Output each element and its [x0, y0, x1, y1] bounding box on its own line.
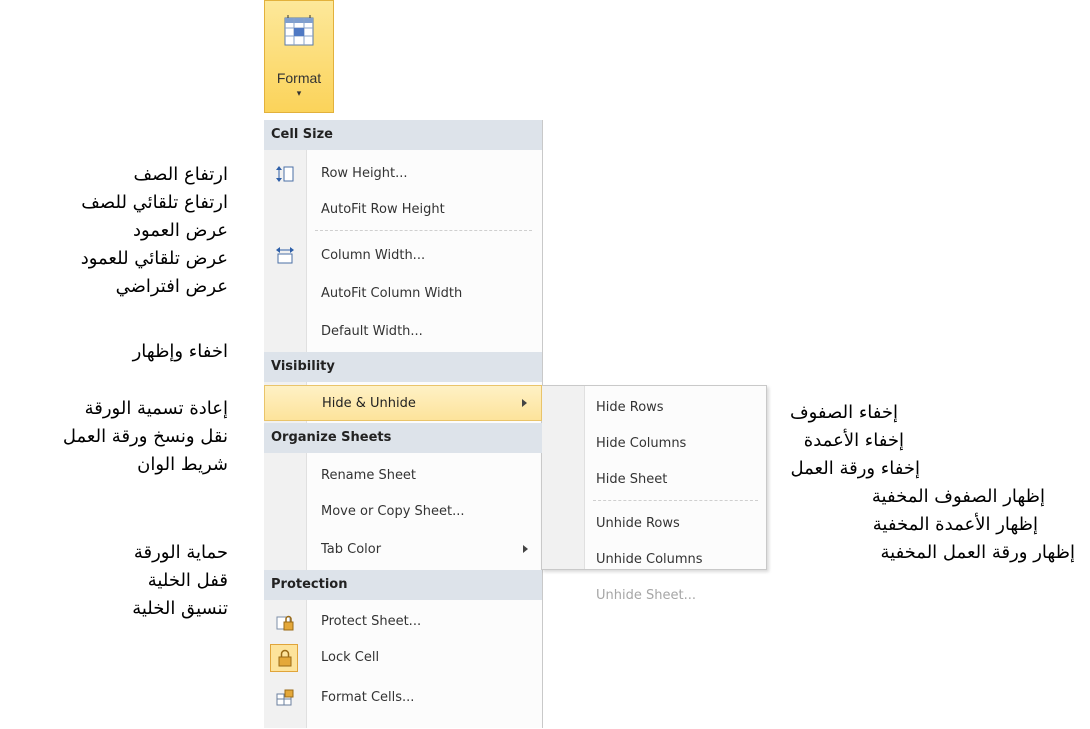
autofit-column-width-item[interactable]: AutoFit Column Width: [264, 276, 542, 312]
format-cells-item[interactable]: Format Cells...: [264, 680, 542, 716]
unhide-rows-item[interactable]: Unhide Rows: [542, 506, 766, 542]
section-organize-sheets: Organize Sheets: [264, 423, 542, 453]
tab-color-label: Tab Color: [321, 542, 382, 557]
format-ribbon-button[interactable]: Format ▾: [264, 0, 334, 113]
annotation-default-width: عرض افتراضي: [115, 276, 228, 297]
unhide-sheet-label: Unhide Sheet...: [596, 588, 696, 603]
rename-sheet-item[interactable]: Rename Sheet: [264, 458, 542, 494]
submenu-arrow-icon: [522, 399, 527, 407]
annotation-format-cells: تنسيق الخلية: [132, 598, 228, 619]
annotation-unhide-rows: إظهار الصفوف المخفية: [871, 486, 1045, 507]
annotation-lock-cell: قفل الخلية: [147, 570, 228, 591]
rename-sheet-label: Rename Sheet: [321, 468, 417, 483]
section-protection: Protection: [264, 570, 542, 600]
hide-unhide-submenu: Hide Rows Hide Columns Hide Sheet Unhide…: [541, 385, 767, 603]
annotation-protect-sheet: حماية الورقة: [133, 542, 228, 563]
protect-sheet-item[interactable]: Protect Sheet...: [264, 604, 542, 640]
format-dropdown-menu: Cell Size Row Height... AutoFit Row Heig…: [264, 120, 543, 728]
hide-columns-item[interactable]: Hide Columns: [542, 426, 766, 462]
annotation-hide-unhide: اخفاء وإظهار: [132, 341, 228, 362]
submenu-separator: [593, 500, 758, 501]
annotation-autofit-column: عرض تلقائي للعمود: [80, 248, 228, 269]
section-cell-size: Cell Size: [264, 120, 542, 150]
hide-columns-label: Hide Columns: [596, 436, 687, 451]
protect-sheet-icon: [276, 615, 294, 631]
protect-sheet-label: Protect Sheet...: [321, 614, 422, 629]
default-width-label: Default Width...: [321, 324, 423, 339]
row-height-label: Row Height...: [321, 166, 408, 181]
default-width-item[interactable]: Default Width...: [264, 314, 542, 350]
annotation-rename-sheet: إعادة تسمية الورقة: [84, 398, 228, 419]
unhide-sheet-item: Unhide Sheet...: [542, 578, 766, 614]
hide-rows-label: Hide Rows: [596, 400, 664, 415]
annotation-unhide-sheet: إظهار ورقة العمل المخفية: [880, 542, 1075, 563]
format-label: Format: [276, 70, 322, 86]
dropdown-arrow-icon: ▾: [296, 89, 302, 99]
unhide-columns-label: Unhide Columns: [596, 552, 703, 567]
unhide-rows-label: Unhide Rows: [596, 516, 680, 531]
lock-icon: [278, 649, 292, 667]
autofit-row-height-label: AutoFit Row Height: [321, 202, 445, 217]
row-height-icon: [276, 166, 294, 182]
annotation-unhide-columns: إظهار الأعمدة المخفية: [872, 514, 1038, 535]
annotation-column-width: عرض العمود: [132, 220, 228, 241]
hide-unhide-label: Hide & Unhide: [322, 396, 416, 411]
lock-cell-item[interactable]: Lock Cell: [264, 640, 542, 676]
annotation-hide-sheet: إخفاء ورقة العمل: [790, 458, 920, 479]
hide-sheet-item[interactable]: Hide Sheet: [542, 462, 766, 498]
move-copy-sheet-item[interactable]: Move or Copy Sheet...: [264, 494, 542, 530]
format-cells-icon: [284, 15, 314, 46]
annotation-autofit-row: ارتفاع تلقائي للصف: [81, 192, 228, 213]
menu-separator: [315, 230, 532, 231]
unhide-columns-item[interactable]: Unhide Columns: [542, 542, 766, 578]
autofit-row-height-item[interactable]: AutoFit Row Height: [264, 192, 542, 228]
annotation-move-copy: نقل ونسخ ورقة العمل: [62, 426, 228, 447]
annotation-tab-color: شريط الوان: [137, 454, 228, 475]
annotation-hide-columns: إخفاء الأعمدة: [803, 430, 904, 451]
submenu-arrow-icon: [523, 545, 528, 553]
hide-rows-item[interactable]: Hide Rows: [542, 390, 766, 426]
column-width-label: Column Width...: [321, 248, 426, 263]
tab-color-item[interactable]: Tab Color: [264, 532, 542, 568]
format-cells-label: Format Cells...: [321, 690, 415, 705]
section-visibility: Visibility: [264, 352, 542, 382]
column-width-item[interactable]: Column Width...: [264, 238, 542, 274]
row-height-item[interactable]: Row Height...: [264, 156, 542, 192]
autofit-column-width-label: AutoFit Column Width: [321, 286, 463, 301]
column-width-icon: [276, 247, 294, 264]
lock-cell-label: Lock Cell: [321, 650, 380, 665]
hide-sheet-label: Hide Sheet: [596, 472, 668, 487]
annotation-hide-rows: إخفاء الصفوف: [789, 402, 898, 423]
annotation-row-height: ارتفاع الصف: [133, 164, 228, 185]
hide-unhide-item[interactable]: Hide & Unhide: [264, 385, 542, 421]
move-copy-sheet-label: Move or Copy Sheet...: [321, 504, 465, 519]
format-cells-icon: [276, 689, 294, 706]
